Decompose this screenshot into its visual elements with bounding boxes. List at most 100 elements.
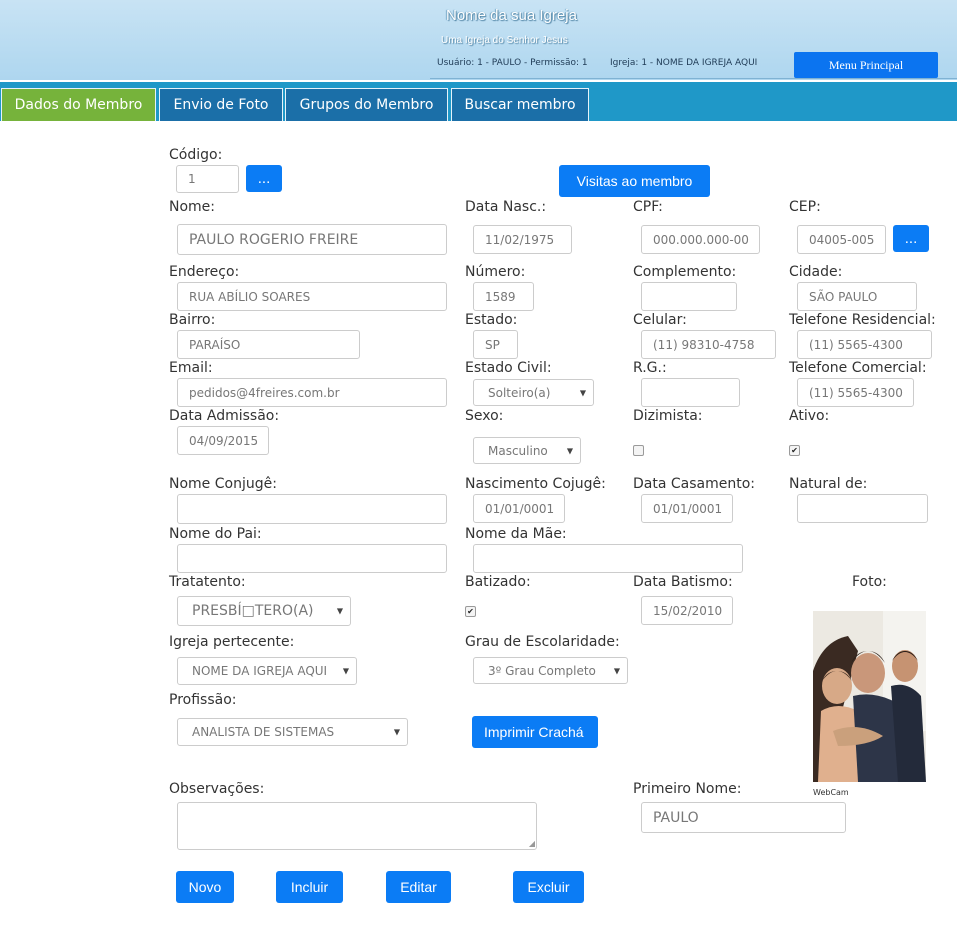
dizimista-checkbox[interactable] (633, 445, 644, 456)
estado-civil-label: Estado Civil: (465, 360, 552, 376)
cidade-input[interactable]: SÃO PAULO (797, 282, 917, 311)
data-admissao-label: Data Admissão: (169, 408, 280, 424)
batizado-checkbox[interactable]: ✔ (465, 606, 476, 617)
bairro-label: Bairro: (169, 312, 216, 328)
data-nasc-label: Data Nasc.: (465, 199, 547, 215)
grau-escolaridade-label: Grau de Escolaridade: (465, 634, 620, 650)
resize-grip-icon[interactable]: ◢ (529, 840, 535, 848)
editar-button[interactable]: Editar (386, 871, 451, 903)
visitas-button[interactable]: Visitas ao membro (559, 165, 710, 197)
batizado-label: Batizado: (465, 574, 531, 590)
nome-conjuge-label: Nome Conjugê: (169, 476, 277, 492)
rg-label: R.G.: (633, 360, 667, 376)
tab-dados-do-membro[interactable]: Dados do Membro (1, 88, 156, 121)
estado-label: Estado: (465, 312, 518, 328)
data-casamento-input[interactable]: 01/01/0001 (641, 494, 733, 523)
nome-conjuge-input[interactable] (177, 494, 447, 524)
main-menu-button[interactable]: Menu Principal (794, 52, 938, 78)
nome-pai-label: Nome do Pai: (169, 526, 262, 542)
celular-label: Celular: (633, 312, 687, 328)
igreja-pertencente-label: Igreja pertecente: (169, 634, 295, 650)
codigo-label: Código: (169, 147, 223, 163)
tab-envio-de-foto[interactable]: Envio de Foto (159, 88, 283, 121)
excluir-button[interactable]: Excluir (513, 871, 584, 903)
cep-lookup-button[interactable]: ... (893, 225, 929, 252)
chevron-down-icon: ▼ (393, 727, 400, 737)
nascimento-conjuge-input[interactable]: 01/01/0001 (473, 494, 565, 523)
bairro-input[interactable]: PARAÍSO (177, 330, 360, 359)
dizimista-label: Dizimista: (633, 408, 703, 424)
nome-pai-input[interactable] (177, 544, 447, 573)
tratamento-value: PRESBÍ□TERO(A) (192, 603, 314, 619)
nome-label: Nome: (169, 199, 216, 215)
tab-buscar-membro[interactable]: Buscar membro (451, 88, 589, 121)
data-batismo-label: Data Batismo: (633, 574, 733, 590)
data-batismo-input[interactable]: 15/02/2010 (641, 596, 733, 625)
telefone-comercial-input[interactable]: (11) 5565-4300 (797, 378, 914, 407)
chevron-down-icon: ▼ (566, 446, 573, 455)
cpf-label: CPF: (633, 199, 663, 215)
sexo-label: Sexo: (465, 408, 504, 424)
complemento-input[interactable] (641, 282, 737, 311)
nome-mae-input[interactable] (473, 544, 743, 573)
grau-escolaridade-value: 3º Grau Completo (488, 663, 596, 678)
observacoes-textarea[interactable]: ◢ (177, 802, 537, 850)
nome-input[interactable]: PAULO ROGERIO FREIRE (177, 224, 447, 255)
imprimir-cracha-button[interactable]: Imprimir Crachá (472, 716, 598, 748)
igreja-pertencente-value: NOME DA IGREJA AQUI (192, 664, 328, 678)
church-name: Nome da sua Igreja (446, 7, 577, 24)
sexo-select[interactable]: Masculino ▼ (473, 437, 581, 464)
cep-label: CEP: (789, 199, 821, 215)
user-info: Usuário: 1 - PAULO - Permissão: 1 (437, 58, 588, 68)
igreja-pertencente-select[interactable]: NOME DA IGREJA AQUI ▼ (177, 657, 357, 685)
profissao-select[interactable]: ANALISTA DE SISTEMAS ▼ (177, 718, 408, 746)
numero-input[interactable]: 1589 (473, 282, 534, 311)
incluir-button[interactable]: Incluir (276, 871, 343, 903)
cpf-input[interactable]: 000.000.000-00 (641, 225, 760, 254)
telefone-comercial-label: Telefone Comercial: (789, 360, 927, 376)
webcam-link[interactable]: WebCam (813, 788, 849, 797)
estado-civil-select[interactable]: Solteiro(a) ▼ (473, 379, 594, 406)
foto-label: Foto: (852, 574, 887, 590)
nome-mae-label: Nome da Mãe: (465, 526, 567, 542)
data-admissao-input[interactable]: 04/09/2015 (177, 426, 269, 455)
codigo-input[interactable]: 1 (176, 165, 239, 193)
chevron-down-icon: ▼ (613, 666, 620, 675)
novo-button[interactable]: Novo (176, 871, 234, 903)
cep-input[interactable]: 04005-005 (797, 225, 886, 254)
profissao-value: ANALISTA DE SISTEMAS (192, 725, 335, 739)
estado-civil-value: Solteiro(a) (488, 385, 551, 400)
complemento-label: Complemento: (633, 264, 737, 280)
natural-de-label: Natural de: (789, 476, 868, 492)
sexo-value: Masculino (488, 443, 548, 458)
email-input[interactable]: pedidos@4freires.com.br (177, 378, 447, 407)
primeiro-nome-label: Primeiro Nome: (633, 781, 742, 797)
tab-grupos-do-membro[interactable]: Grupos do Membro (285, 88, 448, 121)
rg-input[interactable] (641, 378, 740, 407)
observacoes-label: Observações: (169, 781, 265, 797)
member-photo (813, 611, 926, 782)
grau-escolaridade-select[interactable]: 3º Grau Completo ▼ (473, 657, 628, 684)
nascimento-conjuge-label: Nascimento Cojugê: (465, 476, 606, 492)
church-info: Igreja: 1 - NOME DA IGREJA AQUI (610, 58, 758, 68)
telefone-residencial-input[interactable]: (11) 5565-4300 (797, 330, 932, 359)
natural-de-input[interactable] (797, 494, 928, 523)
header-divider (430, 78, 957, 79)
chevron-down-icon: ▼ (336, 606, 343, 616)
tratamento-label: Tratatento: (169, 574, 246, 590)
estado-input[interactable]: SP (473, 330, 518, 359)
codigo-lookup-button[interactable]: ... (246, 165, 282, 192)
chevron-down-icon: ▼ (342, 666, 349, 676)
endereco-label: Endereço: (169, 264, 240, 280)
celular-input[interactable]: (11) 98310-4758 (641, 330, 776, 359)
telefone-residencial-label: Telefone Residencial: (789, 312, 936, 328)
ativo-checkbox[interactable]: ✔ (789, 445, 800, 456)
primeiro-nome-input[interactable]: PAULO (641, 802, 846, 833)
tratamento-select[interactable]: PRESBÍ□TERO(A) ▼ (177, 596, 351, 626)
ativo-label: Ativo: (789, 408, 830, 424)
data-casamento-label: Data Casamento: (633, 476, 756, 492)
endereco-input[interactable]: RUA ABÍLIO SOARES (177, 282, 447, 311)
data-nasc-input[interactable]: 11/02/1975 (473, 225, 572, 254)
church-subtitle: Uma Igreja do Senhor Jesus (441, 35, 568, 46)
chevron-down-icon: ▼ (579, 388, 586, 397)
